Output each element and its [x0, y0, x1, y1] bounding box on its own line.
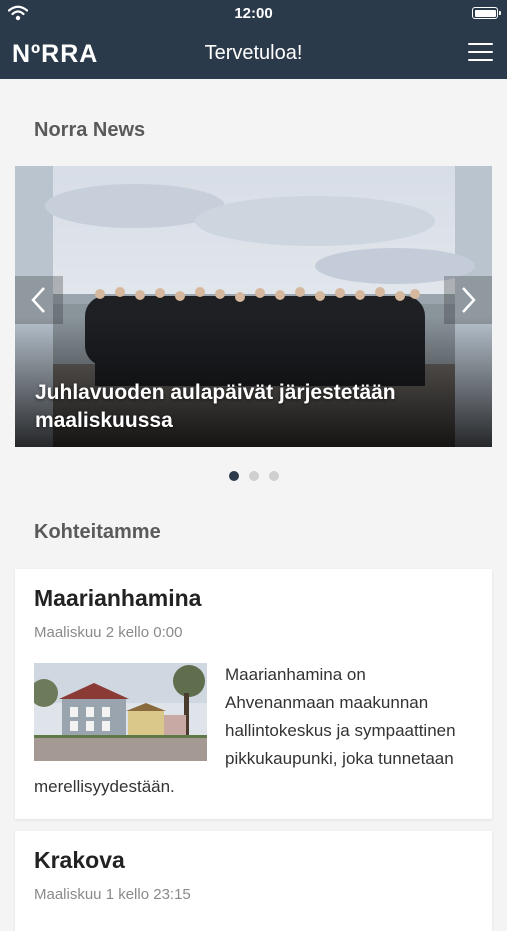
chevron-left-icon: [31, 287, 45, 313]
carousel-prev-button[interactable]: [15, 276, 63, 324]
carousel-pagination: [0, 471, 507, 481]
carousel-dot[interactable]: [268, 471, 279, 481]
nav-bar: NºRRA Tervetuloa!: [0, 27, 507, 79]
page-title: Tervetuloa!: [204, 42, 303, 64]
carousel-next-button[interactable]: [444, 276, 492, 324]
news-slide-caption[interactable]: Juhlavuoden aulapäivät järjestetään maal…: [35, 379, 472, 435]
card-title: Maarianhamina: [34, 585, 202, 611]
card-date: Maaliskuu 2 kello 0:00: [34, 624, 183, 641]
status-time: 12:00: [234, 5, 273, 22]
hamburger-menu-icon[interactable]: [468, 43, 493, 62]
status-bar: 12:00: [0, 0, 507, 27]
destination-card[interactable]: Krakova Maaliskuu 1 kello 23:15: [15, 831, 492, 931]
destination-card[interactable]: Maarianhamina Maaliskuu 2 kello 0:00 Maa…: [15, 569, 492, 819]
battery-icon: [472, 7, 501, 19]
carousel-dot[interactable]: [228, 471, 239, 481]
card-thumbnail-image: [34, 663, 207, 761]
news-carousel[interactable]: Juhlavuoden aulapäivät järjestetään maal…: [15, 166, 492, 447]
destinations-section-title: Kohteitamme: [34, 521, 161, 543]
card-date: Maaliskuu 1 kello 23:15: [34, 886, 191, 903]
carousel-dot[interactable]: [248, 471, 259, 481]
news-section-title: Norra News: [34, 119, 146, 141]
chevron-right-icon: [462, 287, 476, 313]
card-title: Krakova: [34, 847, 125, 873]
